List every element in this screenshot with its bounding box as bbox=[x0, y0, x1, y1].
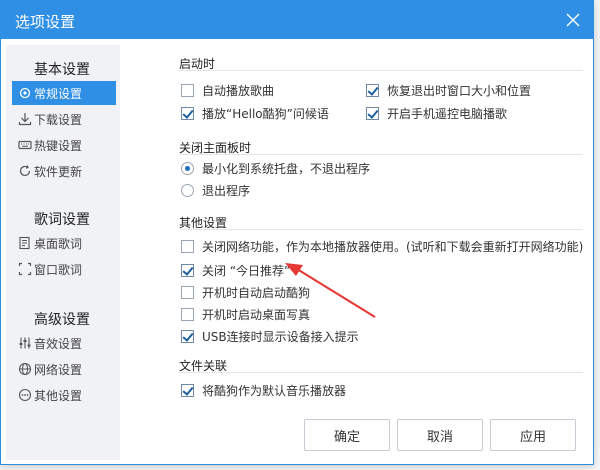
sidebar-item-desktop-lyrics[interactable]: 桌面歌词 bbox=[12, 231, 116, 255]
sidebar-item-label: 窗口歌词 bbox=[34, 262, 83, 277]
option-phone-remote[interactable]: 开启手机遥控电脑播歌 bbox=[366, 104, 507, 122]
option-default-player[interactable]: 将酷狗作为默认音乐播放器 bbox=[181, 381, 346, 399]
sidebar-item-label: 桌面歌词 bbox=[34, 236, 83, 251]
option-label: 恢复退出时窗口大小和位置 bbox=[387, 83, 532, 98]
option-autoplay[interactable]: 自动播放歌曲 bbox=[181, 81, 274, 99]
download-icon bbox=[18, 112, 32, 126]
option-usb-prompt[interactable]: USB连接时显示设备接入提示 bbox=[181, 327, 359, 345]
option-autostart[interactable]: 开机时自动启动酷狗 bbox=[181, 283, 310, 301]
option-minimize-tray[interactable]: 最小化到系统托盘，不退出程序 bbox=[181, 159, 370, 177]
sidebar-item-sound[interactable]: 音效设置 bbox=[12, 331, 116, 355]
option-close-today-recommend[interactable]: 关闭 “今日推荐” bbox=[181, 261, 290, 279]
checkbox-usb-prompt[interactable] bbox=[181, 329, 194, 343]
keyboard-icon bbox=[18, 138, 32, 152]
option-label: 播放“Hello酷狗”问候语 bbox=[202, 106, 329, 121]
globe-icon bbox=[18, 362, 32, 376]
sidebar-item-label: 常规设置 bbox=[34, 86, 83, 101]
option-label: 开机时启动桌面写真 bbox=[202, 307, 311, 322]
sidebar-item-network[interactable]: 网络设置 bbox=[12, 357, 116, 381]
sidebar-item-update[interactable]: 软件更新 bbox=[12, 159, 116, 183]
option-label: 自动播放歌曲 bbox=[202, 83, 275, 98]
option-label: 最小化到系统托盘，不退出程序 bbox=[202, 161, 371, 176]
sidebar-item-label: 软件更新 bbox=[34, 164, 83, 179]
option-restore-window[interactable]: 恢复退出时窗口大小和位置 bbox=[366, 81, 531, 99]
option-label: 将酷狗作为默认音乐播放器 bbox=[202, 383, 347, 398]
checkbox-hello-greeting[interactable] bbox=[181, 106, 194, 120]
option-hello-greeting[interactable]: 播放“Hello酷狗”问候语 bbox=[181, 104, 329, 122]
checkbox-desktop-portrait[interactable] bbox=[181, 307, 194, 321]
option-exit-program[interactable]: 退出程序 bbox=[181, 181, 250, 199]
option-disable-network[interactable]: 关闭网络功能，作为本地播放器使用。(试听和下载会重新打开网络功能) bbox=[181, 237, 583, 255]
cancel-button[interactable]: 取消 bbox=[397, 419, 483, 451]
divider bbox=[179, 372, 583, 373]
gear-icon bbox=[18, 86, 32, 100]
sidebar-item-label: 音效设置 bbox=[34, 336, 83, 351]
radio-minimize-tray[interactable] bbox=[181, 161, 194, 175]
option-label: 退出程序 bbox=[202, 183, 251, 198]
sidebar-item-label: 热键设置 bbox=[34, 138, 83, 153]
equalizer-icon bbox=[18, 336, 32, 350]
window-lyrics-icon bbox=[18, 262, 32, 276]
checkbox-autoplay[interactable] bbox=[181, 83, 194, 97]
divider bbox=[179, 154, 583, 155]
option-label: 开机时自动启动酷狗 bbox=[202, 285, 311, 300]
radio-exit-program[interactable] bbox=[181, 183, 194, 197]
checkbox-default-player[interactable] bbox=[181, 383, 194, 397]
sidebar-item-window-lyrics[interactable]: 窗口歌词 bbox=[12, 257, 116, 281]
desktop-lyrics-icon bbox=[18, 236, 32, 250]
sidebar-item-other[interactable]: 其他设置 bbox=[12, 383, 116, 407]
sidebar-item-hotkey[interactable]: 热键设置 bbox=[12, 133, 116, 157]
option-label: 开启手机遥控电脑播歌 bbox=[387, 106, 508, 121]
options-dialog: 选项设置 基本设置 常规设置 下载设置 热键设置 软件更新 歌词设置 桌面歌词 bbox=[0, 0, 594, 465]
sidebar: 基本设置 常规设置 下载设置 热键设置 软件更新 歌词设置 桌面歌词 窗口歌词 … bbox=[6, 45, 120, 460]
checkbox-disable-network[interactable] bbox=[181, 239, 194, 253]
checkbox-phone-remote[interactable] bbox=[366, 106, 379, 120]
title-bar: 选项设置 bbox=[1, 1, 593, 39]
sidebar-item-label: 下载设置 bbox=[34, 112, 83, 127]
settings-content: 启动时 自动播放歌曲 恢复退出时窗口大小和位置 播放“Hello酷狗”问候语 开… bbox=[161, 45, 583, 415]
sidebar-group-lyrics: 歌词设置 bbox=[34, 212, 90, 228]
sidebar-group-advanced: 高级设置 bbox=[34, 312, 90, 328]
sidebar-item-label: 其他设置 bbox=[34, 388, 83, 403]
dialog-title: 选项设置 bbox=[15, 13, 76, 31]
sidebar-group-basic: 基本设置 bbox=[34, 62, 90, 78]
checkbox-autostart[interactable] bbox=[181, 285, 194, 299]
option-label: 关闭网络功能，作为本地播放器使用。(试听和下载会重新打开网络功能) bbox=[202, 239, 584, 254]
apply-button[interactable]: 应用 bbox=[490, 419, 576, 451]
option-desktop-portrait[interactable]: 开机时启动桌面写真 bbox=[181, 305, 310, 323]
sidebar-item-download[interactable]: 下载设置 bbox=[12, 107, 116, 131]
ok-button[interactable]: 确定 bbox=[304, 419, 390, 451]
more-icon bbox=[18, 388, 32, 402]
update-icon bbox=[18, 164, 32, 178]
option-label: USB连接时显示设备接入提示 bbox=[202, 329, 359, 344]
divider bbox=[179, 70, 583, 71]
sidebar-item-general[interactable]: 常规设置 bbox=[12, 81, 116, 105]
option-label: 关闭 “今日推荐” bbox=[202, 263, 291, 278]
checkbox-restore-window[interactable] bbox=[366, 83, 379, 97]
divider bbox=[179, 229, 583, 230]
close-icon[interactable] bbox=[563, 10, 583, 30]
sidebar-item-label: 网络设置 bbox=[34, 362, 83, 377]
checkbox-close-today-recommend[interactable] bbox=[181, 263, 194, 277]
